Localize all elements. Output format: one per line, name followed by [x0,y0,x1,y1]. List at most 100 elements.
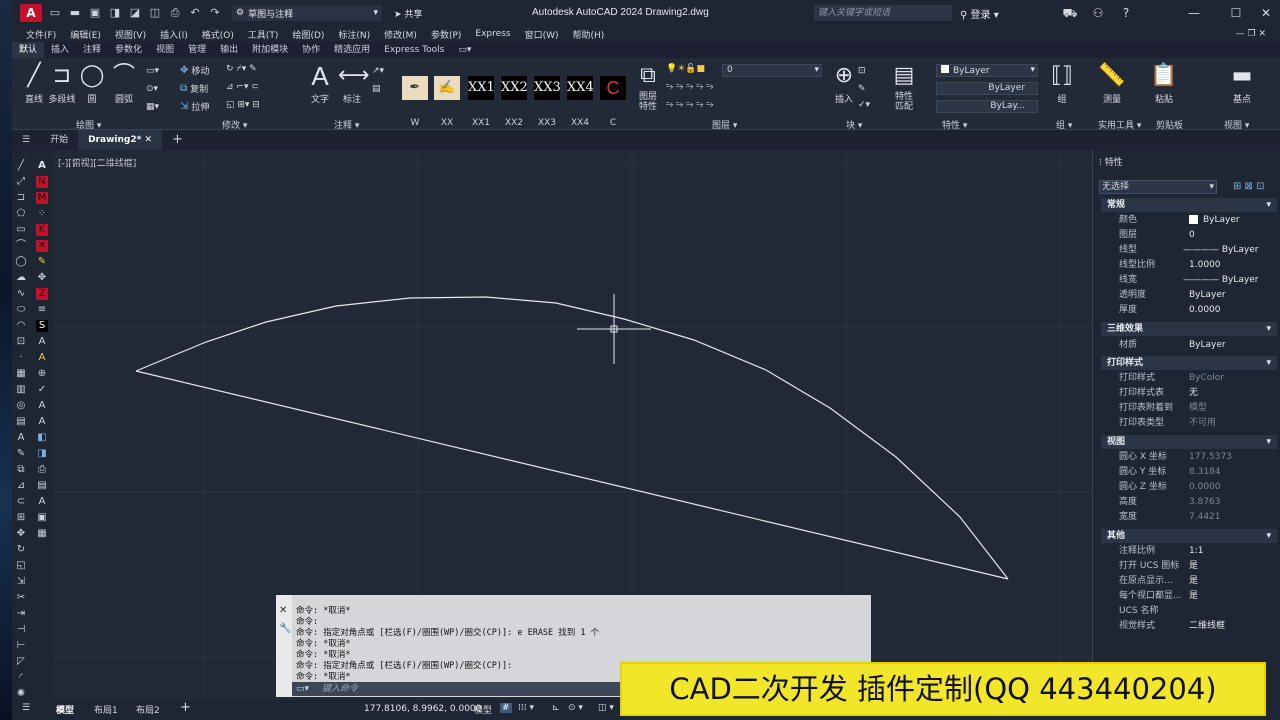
pline-tool-icon[interactable]: ⊐ [15,192,27,204]
fillet-tool-icon[interactable]: ◜ [15,672,27,684]
tab-annotate[interactable]: 注释 [76,42,108,58]
hamburger-menu-icon[interactable]: ☰ [22,703,30,713]
add-layout-icon[interactable]: + [180,700,191,715]
style-xx-tile[interactable]: ✍ [434,76,460,100]
block-attr-icon[interactable]: ✓▾ [858,100,870,110]
menu-parametric[interactable]: 参数(P) [431,28,461,41]
hatch-tool-icon[interactable]: ▦ [15,368,27,380]
plugin-n-icon[interactable]: N [36,176,48,188]
prop-row-linetype[interactable]: 线型 ———— ByLayer [1101,243,1277,258]
tab-view[interactable]: 视图 [149,42,181,58]
plugin-k-icon[interactable]: K [36,224,48,236]
lineweight-dropdown[interactable]: ByLay... [936,100,1038,113]
tab-layout1[interactable]: 布局1 [94,703,118,716]
prop-row-width[interactable]: 宽度 7.4421 [1101,510,1277,525]
tab-drawing2[interactable]: Drawing2* ✕ [78,130,162,150]
tab-collaborate[interactable]: 协作 [295,42,327,58]
ruler-tool-icon[interactable]: ≡ [36,304,48,316]
trim-tool-icon[interactable]: ✂ [15,592,27,604]
tab-addins[interactable]: 附加模块 [245,42,295,58]
menu-file[interactable]: 文件(F) [26,28,56,41]
prop-row-center-y[interactable]: 圆心 Y 坐标 8.3184 [1101,465,1277,480]
chord-line[interactable] [135,370,1009,580]
rotate-icon[interactable]: ↻ ⌿▾ ✎ [226,64,257,74]
section-view[interactable]: 视图 ▾ [1101,435,1277,449]
print-tool-icon[interactable]: ⎙ [36,464,48,476]
close-tab-icon[interactable]: ✕ [144,135,152,145]
section-general[interactable]: 常规 ▾ [1101,198,1277,212]
style-xx1-tile[interactable]: XX1 [468,76,495,100]
ellipse-tool-icon[interactable]: ⬭ [15,304,27,316]
chamfer-tool-icon[interactable]: ◸ [15,656,27,668]
menu-view[interactable]: 视图(V) [115,28,146,41]
menu-window[interactable]: 窗口(W) [525,28,559,41]
style-c-tile[interactable]: C [600,76,626,100]
join-tool-icon[interactable]: ⊢ [15,640,27,652]
measure-button[interactable]: 📏 测量 [1092,62,1132,105]
prop-row-height[interactable]: 高度 3.8763 [1101,495,1277,510]
save-icon[interactable]: ▣ [88,6,102,20]
prop-row-material[interactable]: 材质 ByLayer [1101,338,1277,353]
layer-properties-button[interactable]: ⧉ 图层 特性 [628,62,668,112]
prop-row-plot-table[interactable]: 打印样式表 无 [1101,386,1277,401]
menu-modify[interactable]: 修改(M) [384,28,417,41]
wrench-icon[interactable]: 🔧 [279,623,291,634]
snap-toggle-icon[interactable]: ⁞⁞⁞ ▾ [518,703,534,713]
plugin-x-icon[interactable]: ✕ [36,240,48,252]
edit-block-icon[interactable]: ✎ [858,84,866,94]
move-tool-icon[interactable]: ✥ [15,528,27,540]
tab-start[interactable]: 开始 [40,130,78,150]
people-icon[interactable]: ⚇ [1086,4,1110,22]
hamburger-menu-icon[interactable]: ☰ [12,130,40,150]
text-style-icon[interactable]: A [36,160,48,172]
selection-dropdown[interactable]: 无选择 ▾ [1099,180,1217,194]
prop-row-ucs-icon-on[interactable]: 打开 UCS 图标是 [1101,559,1277,574]
break-tool-icon[interactable]: ⊣ [15,624,27,636]
style-w-tile[interactable]: ✒ [402,76,428,100]
osnap-icon[interactable]: ◫ ▾ [598,703,614,713]
tab-layout2[interactable]: 布局2 [136,703,160,716]
tab-featured-apps[interactable]: 精选应用 [327,42,377,58]
leader-icon[interactable]: ↗▾ [372,66,384,76]
grid-toggle-icon[interactable]: # [500,703,512,713]
xline-tool-icon[interactable]: ⤢ [15,176,27,188]
polar-icon[interactable]: ⊙ ▾ [568,703,583,713]
prop-row-ucs-per-viewport[interactable]: 每个视口都显... 是 [1101,589,1277,604]
arc-polyline[interactable] [135,296,1009,580]
menu-edit[interactable]: 编辑(E) [70,28,101,41]
prop-row-plot-style[interactable]: 打印样式 ByColor [1101,371,1277,386]
tab-manage[interactable]: 管理 [181,42,213,58]
new-icon[interactable]: ▭ [48,6,62,20]
menubar-window-controls[interactable]: — ❐ ✕ [1236,29,1266,39]
model-space-button[interactable]: 模型 [474,703,492,716]
ribbon-toggle-icon[interactable]: ▭▾ [451,42,478,58]
prop-row-plot-attached[interactable]: 打印表附着到 模型 [1101,401,1277,416]
redo-icon[interactable]: ↷ [208,6,222,20]
erase-tool-icon[interactable]: ✎ [15,448,27,460]
share-button[interactable]: ➤ 共享 [394,7,422,20]
tab-parametric[interactable]: 参数化 [108,42,149,58]
section-3d-effects[interactable]: 三维效果 ▾ [1101,322,1277,336]
ellipse-arc-tool-icon[interactable]: ◠ [15,320,27,332]
prop-row-thickness[interactable]: 厚度 0.0000 [1101,303,1277,318]
move-button[interactable]: ✥ 移动 [180,64,209,77]
prop-row-transparency[interactable]: 透明度 ByLayer [1101,288,1277,303]
erase-blue-icon[interactable]: ◧ [36,432,48,444]
copy-blue-icon[interactable]: ◨ [36,448,48,460]
point-tool-icon[interactable]: · [15,352,27,364]
layer-tools-row2[interactable]: ⥲ ⥲ ⥲ ⥲ ⥲ [666,100,713,110]
copy-tool-icon[interactable]: ⧉ [15,464,27,476]
table-edit-icon[interactable]: ▦ [36,528,48,540]
prop-row-center-x[interactable]: 圆心 X 坐标 177.5373 [1101,450,1277,465]
block-tool-icon[interactable]: ⊡ [15,336,27,348]
layer-dropdown[interactable]: 0 ▾ [722,64,822,77]
prop-row-plot-type[interactable]: 打印表类型 不可用 [1101,416,1277,431]
hatch-icon[interactable]: ⊙▾ [146,84,158,94]
rect-tool-icon[interactable]: ▭ [15,224,27,236]
prop-row-center-z[interactable]: 圆心 Z 坐标 0.0000 [1101,480,1277,495]
command-window-handle[interactable]: ✕ 🔧 [276,595,292,697]
menu-draw[interactable]: 绘图(D) [292,28,324,41]
region-tool-icon[interactable]: ◎ [15,400,27,412]
gradient-tool-icon[interactable]: ▥ [15,384,27,396]
text-align-icon[interactable]: A [36,416,48,428]
